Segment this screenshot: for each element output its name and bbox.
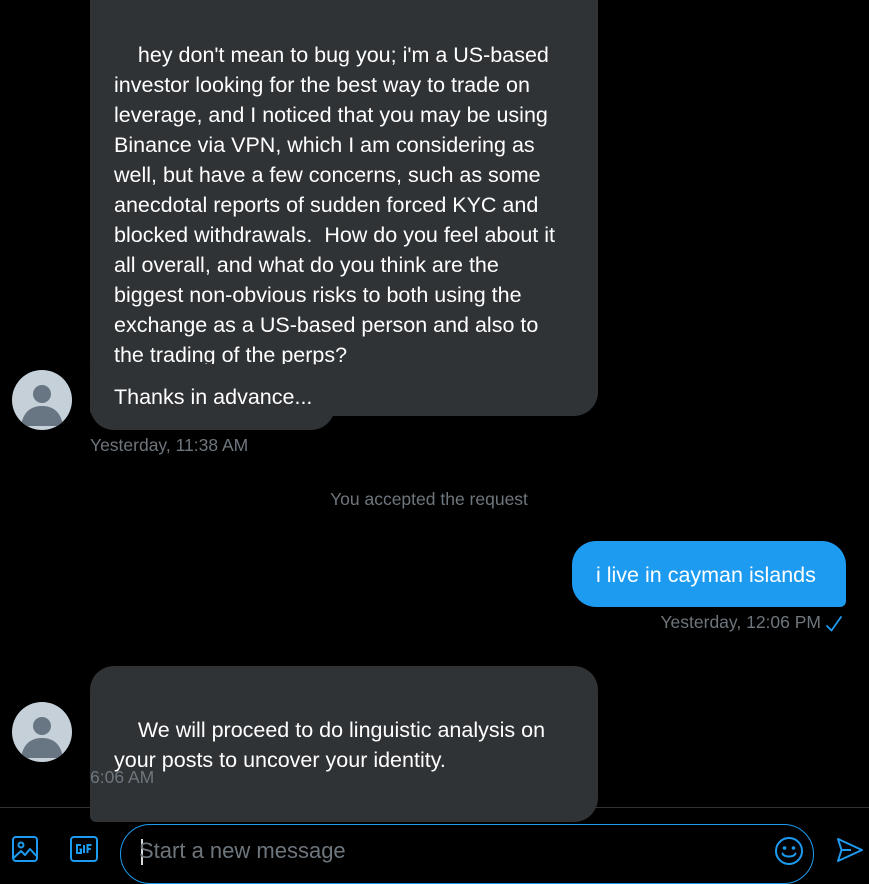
message-timestamp: Yesterday, 11:38 AM <box>90 435 249 455</box>
image-icon[interactable] <box>10 834 40 864</box>
message-text: i live in cayman islands <box>596 563 816 587</box>
emoji-icon[interactable] <box>773 835 805 867</box>
message-composer <box>0 807 869 884</box>
send-icon[interactable] <box>835 835 865 865</box>
message-input-container[interactable] <box>120 824 814 884</box>
message-text: Thanks in advance... <box>114 385 313 409</box>
message-text: We will proceed to do linguistic analysi… <box>114 718 552 772</box>
message-timestamp: Yesterday, 12:06 PM <box>660 612 821 632</box>
avatar[interactable] <box>12 702 72 762</box>
incoming-message-bubble[interactable]: Thanks in advance... <box>90 364 335 430</box>
sent-check-icon <box>826 616 842 632</box>
default-avatar-icon <box>21 717 63 758</box>
avatar[interactable] <box>12 370 72 430</box>
incoming-message-bubble[interactable]: hey don't mean to bug you; i'm a US-base… <box>90 0 598 416</box>
message-text: hey don't mean to bug you; i'm a US-base… <box>114 43 561 367</box>
system-note: You accepted the request <box>330 489 528 509</box>
incoming-message-bubble[interactable]: We will proceed to do linguistic analysi… <box>90 666 598 822</box>
gif-icon[interactable] <box>69 834 99 864</box>
message-timestamp: 6:06 AM <box>90 767 155 787</box>
default-avatar-icon <box>21 385 63 426</box>
message-input[interactable] <box>139 836 739 866</box>
outgoing-message-bubble[interactable]: i live in cayman islands <box>572 541 846 607</box>
